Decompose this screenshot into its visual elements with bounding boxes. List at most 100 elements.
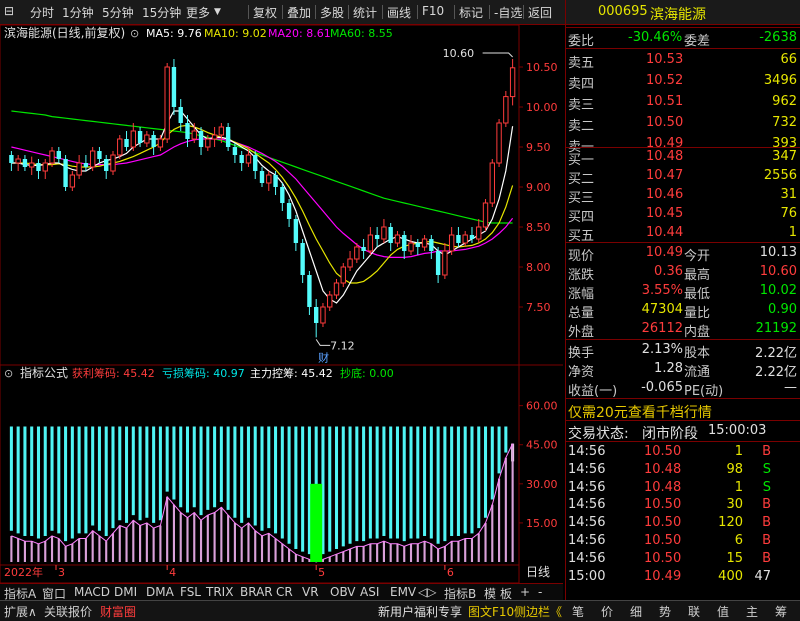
candle [367, 227, 374, 255]
candle [496, 119, 502, 167]
toolbar-period-1[interactable]: 1分钟 [62, 4, 94, 21]
indicator-tab-2[interactable]: MACD [74, 585, 110, 599]
toolbar-separator [417, 5, 418, 19]
toolbar-action-5[interactable]: F10 [422, 4, 444, 18]
indicator-tab-3[interactable]: DMI [114, 585, 137, 599]
indicator-tab-11[interactable]: ASI [360, 585, 379, 599]
bottom-right-tab-6[interactable]: 主 [746, 603, 758, 620]
indicator-tab-7[interactable]: BRAR [240, 585, 273, 599]
ask-row[interactable]: 卖四 10.52 3496 [566, 72, 800, 92]
stats-row: 收益(一) -0.065 PE(动) — [566, 379, 800, 399]
promo-banner[interactable]: 仅需20元查看千档行情 [566, 401, 800, 422]
toolbar-action-6[interactable]: 标记 [459, 4, 483, 21]
bottom-right-tab-2[interactable]: 细 [630, 603, 642, 620]
toolbar-action-7[interactable]: -自选 [494, 4, 522, 21]
ask-volume: 3496 [763, 73, 797, 88]
toolbar-more-arrow-icon[interactable]: ▼ [214, 7, 221, 17]
ma20-line [11, 138, 514, 258]
ask-label: 卖五 [568, 56, 595, 71]
indicator-tab-17[interactable]: + [520, 585, 530, 599]
toolbar-action-8[interactable]: 返回 [528, 4, 552, 21]
bottom-right-tab-3[interactable]: 势 [659, 603, 671, 620]
toolbar-separator [315, 5, 316, 19]
divider [566, 27, 800, 28]
bid-label: 买三 [568, 191, 595, 206]
toolbar-back-icon[interactable]: ⊟ [4, 4, 14, 18]
indicator-tab-12[interactable]: EMV [390, 585, 416, 599]
ma-label-0: MA5: 9.76 [146, 27, 202, 40]
indicator-tab-5[interactable]: FSL [180, 585, 201, 599]
period-label[interactable]: 日线 [526, 565, 550, 579]
bottom-left-1[interactable]: 关联报价 [44, 603, 92, 620]
bottom-middle-2[interactable]: 侧边栏《 [514, 603, 562, 620]
candle [144, 131, 150, 147]
bid-row[interactable]: 买二 10.47 2556 [566, 167, 800, 187]
candle [340, 263, 346, 287]
candle [15, 155, 21, 171]
trade-status-value: 闭市阶段 [642, 426, 698, 442]
candle [211, 127, 218, 147]
toolbar-period-2[interactable]: 5分钟 [102, 4, 134, 21]
indicator-tab-8[interactable]: CR [276, 585, 293, 599]
indicator-tab-4[interactable]: DMA [146, 585, 174, 599]
finance-event-marker[interactable]: 财 [318, 350, 329, 364]
indicator-settings-icon[interactable]: ⊙ [4, 367, 13, 380]
candle [429, 235, 434, 259]
promo-text[interactable]: 仅需20元查看千档行情 [568, 402, 712, 422]
candle [110, 151, 116, 175]
indicator-tab-6[interactable]: TRIX [206, 585, 233, 599]
stock-name[interactable]: 滨海能源 [650, 4, 706, 24]
toolbar-period-3[interactable]: 15分钟 [142, 4, 181, 21]
bottom-right-tab-0[interactable]: 笔 [572, 603, 584, 620]
indicator-tab-13[interactable]: ◁▷ [418, 585, 436, 599]
candle [300, 239, 305, 283]
chart-area[interactable]: 滨海能源(日线,前复权) ⊙ MA5: 9.76 MA10: 9.02 MA20: 8.… [0, 24, 563, 600]
ask-row[interactable]: 卖二 10.50 732 [566, 114, 800, 134]
bid-row[interactable]: 买四 10.45 76 [566, 205, 800, 225]
candle [259, 167, 265, 187]
toolbar-action-0[interactable]: 复权 [253, 4, 277, 21]
bottom-right-tab-4[interactable]: 联 [688, 603, 700, 620]
toolbar-period-4[interactable]: 更多 [186, 4, 210, 21]
indicator-tab-18[interactable]: - [538, 585, 542, 599]
high-price-label: 10.60 [443, 47, 475, 60]
bid-volume: 76 [780, 206, 797, 221]
toolbar-action-2[interactable]: 多股 [320, 4, 344, 21]
ask-volume: 962 [772, 94, 797, 109]
bottom-right-tab-1[interactable]: 价 [601, 603, 613, 620]
candle [69, 171, 76, 191]
divider [566, 48, 800, 49]
bottom-left-0[interactable]: 扩展∧ [4, 603, 37, 620]
bid-row[interactable]: 买三 10.46 31 [566, 186, 800, 206]
candle [381, 219, 387, 243]
ma-settings-icon[interactable]: ⊙ [130, 27, 139, 40]
bid-row[interactable]: 买五 10.44 1 [566, 224, 800, 244]
toolbar-period-0[interactable]: 分时 [30, 4, 54, 21]
stats-label: 净资 [568, 365, 595, 380]
month-label: 6 [447, 566, 454, 579]
bottom-right-tab-7[interactable]: 筹 [775, 603, 787, 620]
toolbar-action-3[interactable]: 统计 [353, 4, 377, 21]
bid-volume: 1 [788, 225, 797, 240]
toolbar-action-4[interactable]: 画线 [387, 4, 411, 21]
quote-panel: 000695 滨海能源 委比 -30.46% 委差 -2638 卖五 10.53 66 卖四 10.… [565, 0, 800, 600]
bottom-right-tab-5[interactable]: 值 [717, 603, 729, 620]
ask-row[interactable]: 卖三 10.51 962 [566, 93, 800, 113]
bottom-middle-0[interactable]: 新用户福利专享 [378, 603, 462, 620]
bid-row[interactable]: 买一 10.48 347 [566, 148, 800, 168]
tick-row: 14:56 10.48 1 S [566, 479, 800, 497]
toolbar-separator [282, 5, 283, 19]
indicator-value-0: 获利筹码: 45.42 [72, 366, 155, 380]
indicator-tab-10[interactable]: OBV [330, 585, 356, 599]
bottom-left-2[interactable]: 财富圈 [100, 603, 136, 620]
bottom-middle-1[interactable]: 图文F10 [468, 603, 514, 620]
indicator-name[interactable]: 指标公式 [20, 365, 68, 380]
candle [509, 59, 516, 106]
ask-row[interactable]: 卖五 10.53 66 [566, 51, 800, 71]
kline-chart[interactable]: 滨海能源(日线,前复权) ⊙ MA5: 9.76 MA10: 9.02 MA20: 8.… [0, 24, 563, 584]
toolbar-action-1[interactable]: 叠加 [287, 4, 311, 21]
candle [286, 199, 292, 227]
candle [42, 159, 48, 179]
price-tick-label: 9.00 [526, 181, 551, 194]
indicator-tab-9[interactable]: VR [302, 585, 319, 599]
